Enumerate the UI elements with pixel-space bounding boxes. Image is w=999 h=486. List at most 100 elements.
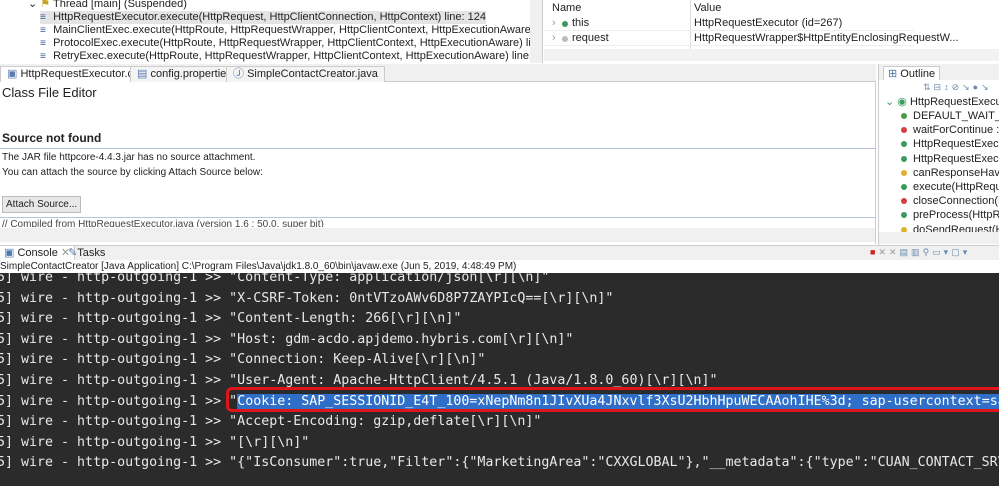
remove-all-icon[interactable]: ✕ [889, 247, 900, 257]
log-prefix: 5] wire - http-outgoing-1 >> [0, 393, 230, 409]
value-column-header[interactable]: Value [694, 1, 721, 15]
tab-tasks[interactable]: ✎Tasks [64, 246, 109, 260]
expand-icon[interactable]: › [552, 31, 556, 46]
log-message: "User-Agent: Apache-HttpClient/4.5.1 (Ja… [229, 373, 718, 388]
log-message: "Content-Length: 266[\r][\n]" [229, 311, 462, 327]
stack-scrollbar[interactable] [530, 0, 542, 63]
variables-panel: Name Value › this HttpRequestExecutor (i… [544, 0, 999, 63]
member-icon [901, 113, 907, 120]
member-icon [901, 141, 907, 148]
tasks-icon: ✎ [68, 247, 78, 259]
variable-row[interactable]: › this HttpRequestExecutor (id=267) [544, 16, 914, 31]
outline-scrollbar[interactable] [879, 232, 999, 244]
clear-console-icon[interactable]: ▤ [900, 247, 912, 257]
pin-icon[interactable]: ⚲ [923, 247, 933, 257]
outline-item[interactable]: HttpRequestExecu [901, 137, 999, 151]
console-line: 5] wire - http-outgoing-1 >> "{"IsConsum… [0, 453, 999, 473]
member-icon [901, 184, 907, 191]
outline-item[interactable]: waitForContinue : [901, 123, 999, 137]
editor-tabs: ▣ HttpRequestExecutor.class ✕ ▤ config.p… [0, 64, 876, 82]
member-icon [901, 169, 907, 176]
outline-item[interactable]: HttpRequestExecu [901, 152, 999, 166]
console-line: 5] wire - http-outgoing-1 >> "Connection… [0, 350, 485, 370]
stack-frame[interactable]: ≡ ProtocolExec.execute(HttpRoute, HttpRe… [40, 37, 542, 50]
outline-item[interactable]: preProcess(HttpRe [901, 208, 999, 222]
source-not-found-heading: Source not found [2, 131, 102, 145]
local-variable-icon [562, 36, 568, 42]
log-message: "X-CSRF-Token: 0ntVTzoAWv6D8P7ZAYPIcQ==[… [229, 290, 614, 306]
console-toolbar[interactable]: ■✕✕▤▥⚲▭▾▢▾ [870, 247, 970, 258]
member-icon [901, 127, 907, 134]
variable-row[interactable]: › request HttpRequestWrapper$HttpEntityE… [544, 31, 959, 46]
thread-icon: ⚑ [40, 0, 53, 10]
log-prefix: 5] wire - http-outgoing-1 >> [0, 311, 230, 327]
log-prefix: 5] wire - http-outgoing-1 >> [0, 290, 230, 306]
member-icon [901, 198, 907, 205]
scroll-lock-icon[interactable]: ▥ [911, 247, 923, 257]
stack-frame[interactable]: ≡ MainClientExec.execute(HttpRoute, Http… [40, 24, 542, 37]
field-icon [562, 21, 568, 27]
tab-config-properties[interactable]: ▤ config.properties [130, 66, 239, 82]
display-console-icon[interactable]: ▭▾ [932, 247, 951, 257]
thread-item[interactable]: ⌄ ⚑ Thread [main] (Suspended) [28, 0, 187, 11]
class-icon: ⌄ ◉ [885, 96, 910, 108]
expand-icon[interactable]: › [552, 16, 556, 31]
outline-root[interactable]: ⌄ ◉ HttpRequestExecutor [885, 95, 999, 109]
outline-item[interactable]: DEFAULT_WAIT_FO [901, 109, 999, 123]
console-line: 5] wire - http-outgoing-1 >> "[\r][\n]" [0, 433, 309, 453]
log-prefix: 5] wire - http-outgoing-1 >> [0, 373, 230, 388]
log-message: "Content-Type: application/json[\r][\n]" [229, 273, 550, 285]
console-line: 5] wire - http-outgoing-1 >> "Host: gdm-… [0, 330, 573, 350]
stack-frame[interactable]: ≡ RetryExec.execute(HttpRoute, HttpReque… [40, 50, 542, 63]
log-prefix: 5] wire - http-outgoing-1 >> [0, 414, 230, 430]
remove-launch-icon[interactable]: ✕ [878, 247, 889, 257]
tab-simplecontactcreator-java[interactable]: Ⓙ SimpleContactCreator.java [226, 66, 385, 82]
log-message: "Accept-Encoding: gzip,deflate[\r][\n]" [229, 414, 542, 430]
horizontal-scrollbar[interactable] [544, 49, 999, 61]
outline-toolbar[interactable]: ⇅⊟↕⊘↘●↘ [923, 82, 992, 93]
frame-icon: ≡ [40, 25, 46, 36]
frame-icon: ≡ [40, 51, 46, 62]
attach-source-button[interactable]: Attach Source... [2, 196, 82, 213]
log-message: "{"IsConsumer":true,"Filter":{"Marketing… [229, 455, 999, 471]
divider [0, 217, 876, 218]
log-prefix: 5] wire - http-outgoing-1 >> [0, 434, 230, 450]
new-console-icon[interactable]: ▢▾ [951, 247, 970, 257]
outline-item[interactable]: closeConnection(H [901, 194, 999, 208]
name-column-header[interactable]: Name [552, 1, 581, 15]
compiled-from-line: // Compiled from HttpRequestExecutor.jav… [2, 219, 324, 227]
expand-chevron-icon[interactable]: ⌄ [28, 0, 40, 10]
editor-horizontal-scrollbar[interactable] [0, 228, 875, 242]
divider [0, 148, 876, 149]
log-message: "Connection: Keep-Alive[\r][\n]" [229, 352, 486, 368]
log-prefix: 5] wire - http-outgoing-1 >> [0, 273, 230, 285]
console-line: 5] wire - http-outgoing-1 >> "Content-Ty… [0, 273, 549, 288]
stack-frame[interactable]: ≡ HttpRequestExecutor.execute(HttpReques… [40, 11, 486, 24]
outline-item[interactable]: execute(HttpReque [901, 180, 999, 194]
java-file-icon: Ⓙ [233, 68, 248, 80]
member-icon [901, 212, 907, 219]
log-message: "Host: gdm-acdo.apjdemo.hybris.com[\r][\… [229, 331, 574, 347]
outline-icon: ⊞ [888, 68, 901, 80]
class-file-editor: Class File Editor Source not found The J… [0, 82, 876, 244]
log-message: "[\r][\n]" [229, 434, 310, 450]
log-prefix: 5] wire - http-outgoing-1 >> [0, 455, 230, 471]
file-icon: ▤ [137, 68, 151, 80]
outline-item[interactable]: canResponseHaveI [901, 166, 999, 180]
log-prefix: 5] wire - http-outgoing-1 >> [0, 331, 230, 347]
frame-icon: ≡ [40, 38, 46, 49]
debug-stack-panel: ⌄ ⚑ Thread [main] (Suspended) ≡ HttpRequ… [0, 0, 543, 63]
class-file-icon: ▣ [7, 68, 21, 80]
console-line: 5] wire - http-outgoing-1 >> "Content-Le… [0, 309, 461, 329]
annotation-highlight-box [226, 387, 999, 412]
log-prefix: 5] wire - http-outgoing-1 >> [0, 352, 230, 368]
message-line: You can attach the source by clicking At… [2, 167, 263, 178]
frame-icon: ≡ [40, 12, 46, 23]
outline-panel: ⊞ Outline ⇅⊟↕⊘↘●↘ ⌄ ◉ HttpRequestExecuto… [878, 64, 999, 245]
console-icon: ▣ [4, 247, 18, 259]
member-icon [901, 155, 907, 162]
tab-outline[interactable]: ⊞ Outline [883, 66, 941, 80]
console-tabs: ▣ Console ✕ ✎Tasks ■✕✕▤▥⚲▭▾▢▾ [0, 245, 999, 260]
launch-description: SimpleContactCreator [Java Application] … [0, 260, 999, 273]
console-output[interactable]: 5] wire - http-outgoing-1 >> "Content-Ty… [0, 273, 999, 486]
